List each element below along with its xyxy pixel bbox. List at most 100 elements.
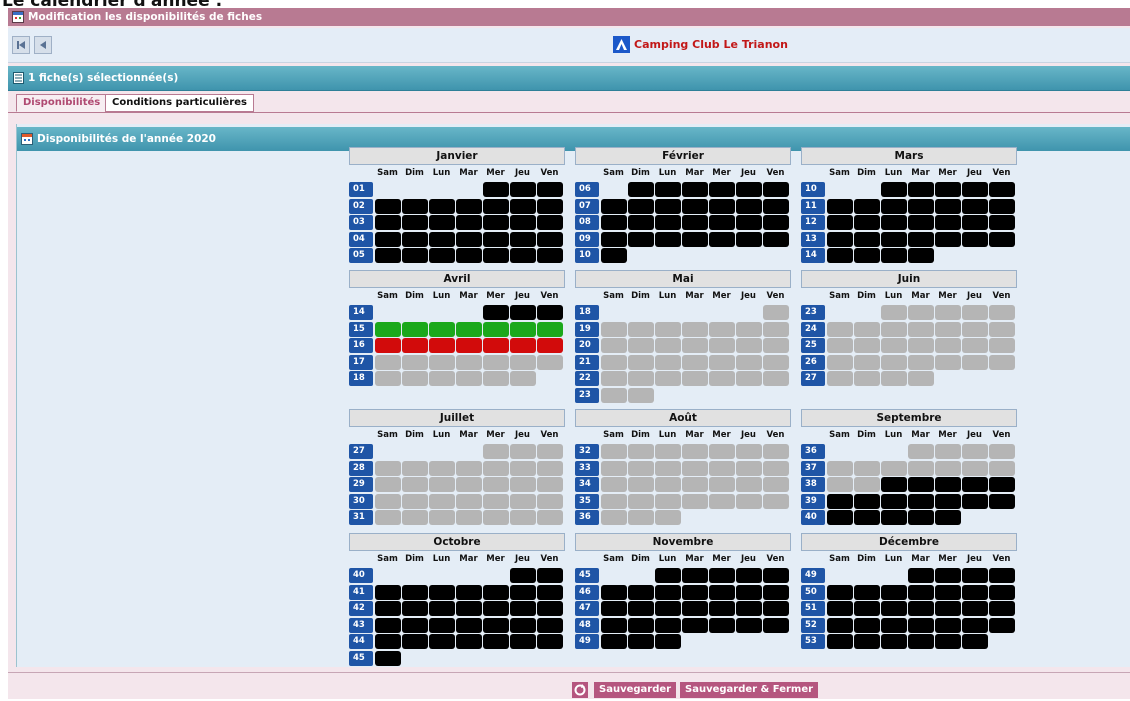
day-cell[interactable] <box>628 493 654 509</box>
day-cell[interactable] <box>881 354 907 370</box>
day-cell[interactable] <box>881 634 907 649</box>
day-cell[interactable] <box>854 601 880 616</box>
day-cell[interactable] <box>628 634 654 649</box>
day-cell[interactable] <box>402 321 428 337</box>
day-cell[interactable] <box>375 198 401 214</box>
day-cell[interactable] <box>510 460 536 476</box>
day-cell[interactable] <box>601 601 627 616</box>
day-cell[interactable] <box>429 338 455 353</box>
day-cell[interactable] <box>402 371 428 386</box>
day-cell[interactable] <box>429 493 455 509</box>
day-cell[interactable] <box>736 371 762 386</box>
day-cell[interactable] <box>483 510 509 525</box>
day-cell[interactable] <box>709 215 735 230</box>
day-cell[interactable] <box>456 354 482 370</box>
day-cell[interactable] <box>537 601 563 616</box>
day-cell[interactable] <box>537 617 563 633</box>
day-cell[interactable] <box>854 510 880 525</box>
day-cell[interactable] <box>682 460 708 476</box>
day-cell[interactable] <box>655 231 681 247</box>
day-cell[interactable] <box>510 354 536 370</box>
day-cell[interactable] <box>989 617 1015 633</box>
day-cell[interactable] <box>537 338 563 353</box>
day-cell[interactable] <box>402 338 428 353</box>
day-cell[interactable] <box>402 215 428 230</box>
day-cell[interactable] <box>537 198 563 214</box>
day-cell[interactable] <box>736 460 762 476</box>
day-cell[interactable] <box>881 477 907 492</box>
day-cell[interactable] <box>537 584 563 600</box>
day-cell[interactable] <box>962 215 988 230</box>
day-cell[interactable] <box>935 444 961 459</box>
day-cell[interactable] <box>456 510 482 525</box>
day-cell[interactable] <box>510 338 536 353</box>
day-cell[interactable] <box>537 493 563 509</box>
day-cell[interactable] <box>935 305 961 320</box>
day-cell[interactable] <box>601 387 627 403</box>
day-cell[interactable] <box>763 215 789 230</box>
day-cell[interactable] <box>682 568 708 583</box>
day-cell[interactable] <box>537 215 563 230</box>
day-cell[interactable] <box>935 198 961 214</box>
day-cell[interactable] <box>655 493 681 509</box>
day-cell[interactable] <box>709 338 735 353</box>
day-cell[interactable] <box>736 182 762 197</box>
day-cell[interactable] <box>375 354 401 370</box>
day-cell[interactable] <box>429 198 455 214</box>
day-cell[interactable] <box>537 634 563 649</box>
day-cell[interactable] <box>510 321 536 337</box>
day-cell[interactable] <box>483 231 509 247</box>
day-cell[interactable] <box>601 460 627 476</box>
day-cell[interactable] <box>483 182 509 197</box>
day-cell[interactable] <box>601 354 627 370</box>
day-cell[interactable] <box>429 617 455 633</box>
day-cell[interactable] <box>854 338 880 353</box>
day-cell[interactable] <box>682 198 708 214</box>
first-page-button[interactable] <box>12 36 30 54</box>
day-cell[interactable] <box>935 617 961 633</box>
day-cell[interactable] <box>456 634 482 649</box>
day-cell[interactable] <box>655 198 681 214</box>
day-cell[interactable] <box>827 215 853 230</box>
day-cell[interactable] <box>429 248 455 263</box>
day-cell[interactable] <box>375 601 401 616</box>
back-button[interactable] <box>34 36 52 54</box>
day-cell[interactable] <box>935 231 961 247</box>
day-cell[interactable] <box>827 231 853 247</box>
day-cell[interactable] <box>375 248 401 263</box>
day-cell[interactable] <box>989 338 1015 353</box>
day-cell[interactable] <box>628 371 654 386</box>
day-cell[interactable] <box>962 460 988 476</box>
day-cell[interactable] <box>655 354 681 370</box>
day-cell[interactable] <box>763 444 789 459</box>
day-cell[interactable] <box>456 477 482 492</box>
day-cell[interactable] <box>908 617 934 633</box>
day-cell[interactable] <box>962 354 988 370</box>
day-cell[interactable] <box>483 215 509 230</box>
day-cell[interactable] <box>827 634 853 649</box>
day-cell[interactable] <box>483 460 509 476</box>
day-cell[interactable] <box>456 338 482 353</box>
day-cell[interactable] <box>402 354 428 370</box>
day-cell[interactable] <box>483 338 509 353</box>
day-cell[interactable] <box>763 617 789 633</box>
day-cell[interactable] <box>827 248 853 263</box>
day-cell[interactable] <box>402 198 428 214</box>
day-cell[interactable] <box>908 248 934 263</box>
day-cell[interactable] <box>628 460 654 476</box>
day-cell[interactable] <box>510 248 536 263</box>
day-cell[interactable] <box>935 460 961 476</box>
day-cell[interactable] <box>709 321 735 337</box>
day-cell[interactable] <box>709 444 735 459</box>
day-cell[interactable] <box>827 338 853 353</box>
day-cell[interactable] <box>854 493 880 509</box>
day-cell[interactable] <box>881 305 907 320</box>
day-cell[interactable] <box>601 198 627 214</box>
day-cell[interactable] <box>935 354 961 370</box>
day-cell[interactable] <box>628 617 654 633</box>
day-cell[interactable] <box>483 305 509 320</box>
day-cell[interactable] <box>854 584 880 600</box>
day-cell[interactable] <box>655 182 681 197</box>
day-cell[interactable] <box>655 568 681 583</box>
day-cell[interactable] <box>962 601 988 616</box>
